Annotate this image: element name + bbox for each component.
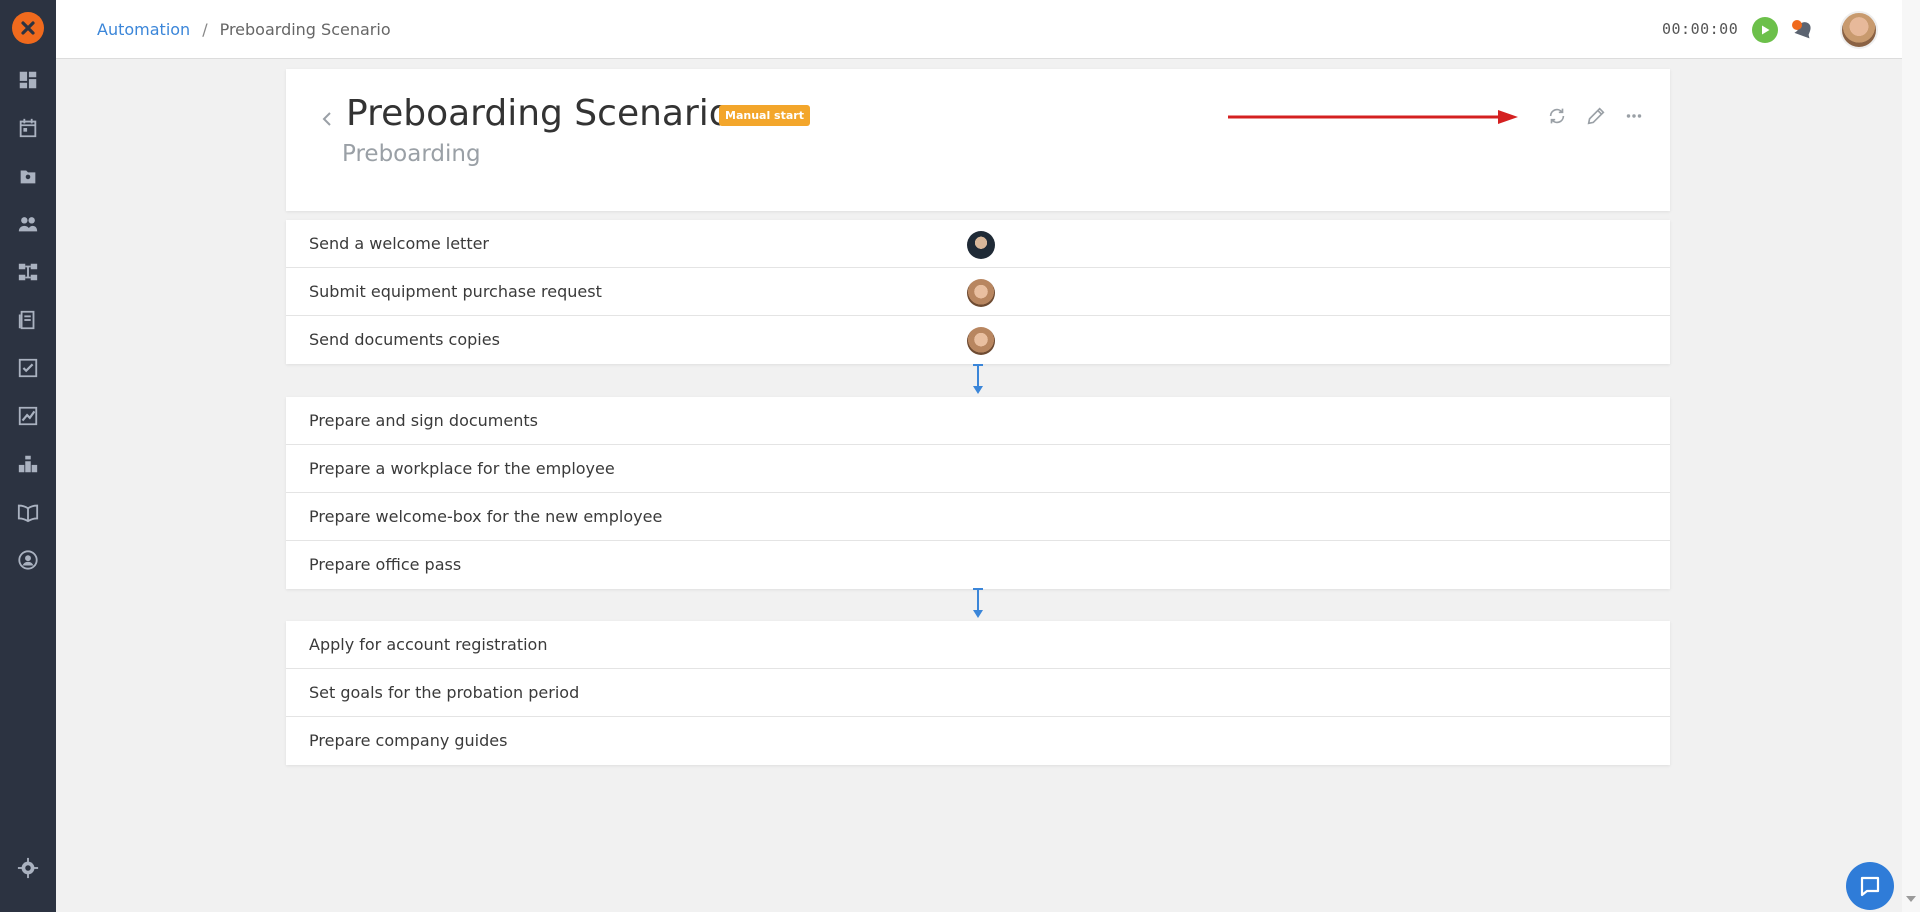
task-group-2: Prepare and sign documents Prepare a wor… bbox=[286, 397, 1670, 589]
refresh-button[interactable] bbox=[1544, 103, 1570, 129]
profile-icon[interactable] bbox=[16, 548, 40, 572]
refresh-icon bbox=[1549, 108, 1565, 124]
task-row[interactable]: Prepare welcome-box for the new employee bbox=[286, 493, 1670, 541]
logo-x-icon bbox=[21, 21, 35, 35]
task-label: Prepare company guides bbox=[309, 731, 508, 750]
task-row[interactable]: Set goals for the probation period bbox=[286, 669, 1670, 717]
start-timer-button[interactable] bbox=[1752, 17, 1778, 43]
sequence-arrow-icon bbox=[973, 588, 983, 618]
scenario-header-card: Preboarding Scenario Manual start Preboa… bbox=[286, 69, 1670, 211]
notification-dot bbox=[1792, 20, 1802, 30]
task-row[interactable]: Prepare office pass bbox=[286, 541, 1670, 589]
play-icon bbox=[1762, 25, 1770, 35]
task-group-3: Apply for account registration Set goals… bbox=[286, 621, 1670, 765]
contacts-icon[interactable] bbox=[16, 164, 40, 188]
task-label: Send a welcome letter bbox=[309, 234, 490, 253]
breadcrumb-automation-link[interactable]: Automation bbox=[97, 20, 190, 39]
chat-button[interactable] bbox=[1846, 862, 1894, 910]
task-label: Prepare and sign documents bbox=[309, 411, 538, 430]
more-icon bbox=[1626, 114, 1642, 118]
chat-bubble-icon bbox=[1860, 876, 1880, 897]
task-label: Prepare a workplace for the employee bbox=[309, 459, 615, 478]
task-row[interactable]: Send documents copies bbox=[286, 316, 1670, 364]
task-row[interactable]: Prepare company guides bbox=[286, 717, 1670, 765]
assignee-avatar[interactable] bbox=[967, 231, 995, 259]
task-label: Send documents copies bbox=[309, 330, 500, 349]
task-label: Set goals for the probation period bbox=[309, 683, 580, 702]
reports-icon[interactable] bbox=[16, 404, 40, 428]
breadcrumb-current: Preboarding Scenario bbox=[219, 20, 391, 39]
edit-button[interactable] bbox=[1583, 103, 1609, 129]
assignee-avatar[interactable] bbox=[967, 279, 995, 307]
annotation-arrow-icon bbox=[1228, 110, 1518, 124]
back-button[interactable] bbox=[318, 107, 338, 131]
apps-icon[interactable] bbox=[16, 452, 40, 476]
tasks-icon[interactable] bbox=[16, 356, 40, 380]
topbar: Automation / Preboarding Scenario 00:00:… bbox=[56, 0, 1902, 59]
breadcrumb-separator: / bbox=[202, 20, 208, 39]
breadcrumb: Automation / Preboarding Scenario bbox=[97, 20, 391, 39]
settings-icon[interactable] bbox=[16, 856, 40, 880]
task-row[interactable]: Prepare and sign documents bbox=[286, 397, 1670, 445]
task-label: Prepare welcome-box for the new employee bbox=[309, 507, 663, 526]
workflow-icon[interactable] bbox=[16, 260, 40, 284]
sequence-arrow-icon bbox=[973, 364, 983, 394]
more-options-button[interactable] bbox=[1621, 103, 1647, 129]
library-icon[interactable] bbox=[16, 308, 40, 332]
task-row[interactable]: Apply for account registration bbox=[286, 621, 1670, 669]
sidebar bbox=[0, 0, 56, 912]
page-scrollbar[interactable] bbox=[1902, 0, 1920, 912]
task-row[interactable]: Send a welcome letter bbox=[286, 220, 1670, 268]
task-label: Prepare office pass bbox=[309, 555, 462, 574]
dashboard-icon[interactable] bbox=[16, 68, 40, 92]
assignee-avatar[interactable] bbox=[967, 327, 995, 355]
app-logo[interactable] bbox=[12, 12, 44, 44]
task-group-1: Send a welcome letter Submit equipment p… bbox=[286, 220, 1670, 364]
knowledge-icon[interactable] bbox=[16, 500, 40, 524]
notifications-button[interactable] bbox=[1790, 16, 1818, 44]
edit-icon bbox=[1587, 107, 1605, 125]
task-row[interactable]: Prepare a workplace for the employee bbox=[286, 445, 1670, 493]
status-badge: Manual start bbox=[719, 105, 810, 126]
page-title: Preboarding Scenario bbox=[346, 93, 731, 134]
time-tracker-display: 00:00:00 bbox=[1662, 20, 1739, 38]
page-subtitle: Preboarding bbox=[342, 141, 481, 167]
task-row[interactable]: Submit equipment purchase request bbox=[286, 268, 1670, 316]
user-avatar[interactable] bbox=[1840, 11, 1878, 49]
task-label: Submit equipment purchase request bbox=[309, 282, 602, 301]
scroll-down-arrow-icon[interactable] bbox=[1906, 896, 1916, 902]
task-label: Apply for account registration bbox=[309, 635, 548, 654]
chevron-left-icon bbox=[322, 112, 331, 126]
people-icon[interactable] bbox=[16, 212, 40, 236]
calendar-icon[interactable] bbox=[16, 116, 40, 140]
